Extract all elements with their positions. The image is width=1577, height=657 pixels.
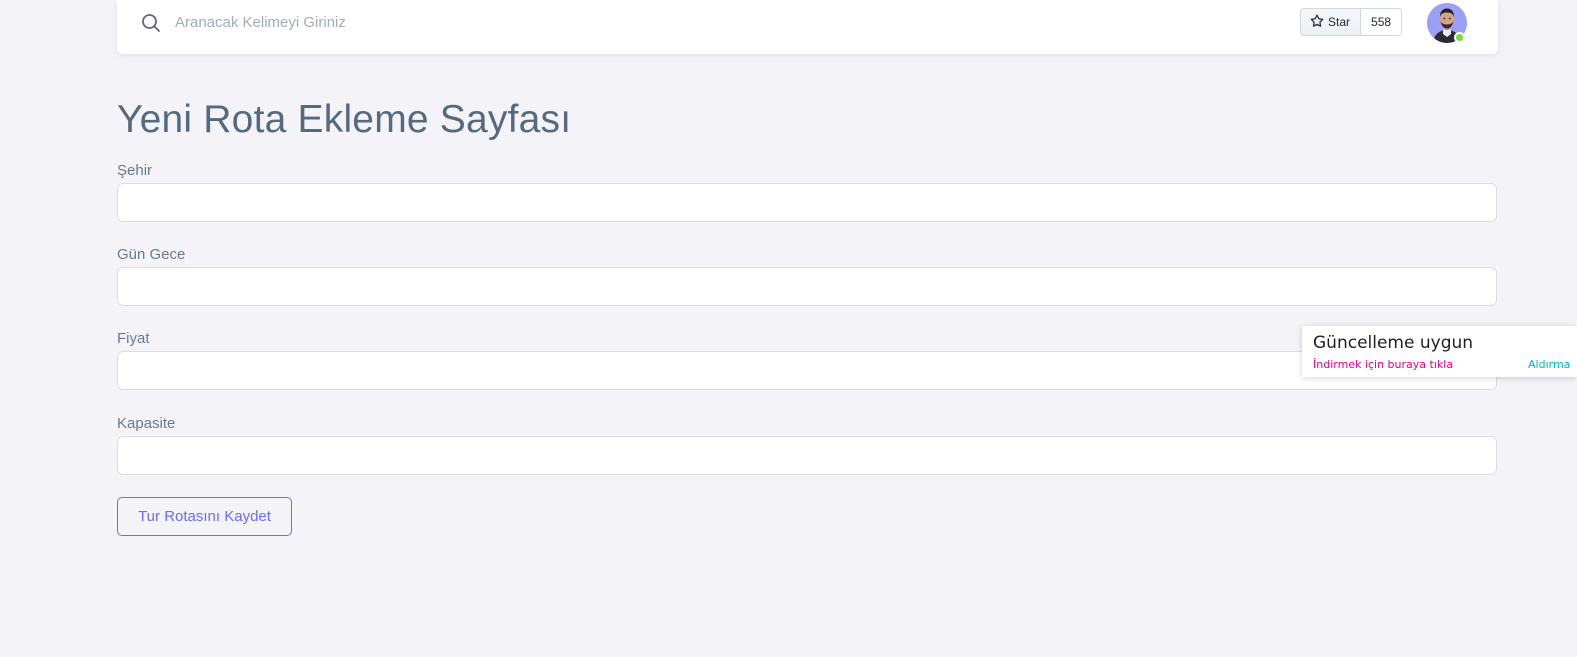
search-input[interactable] [169, 6, 372, 38]
github-star-button[interactable]: Star [1300, 8, 1362, 36]
update-notification[interactable]: Güncelleme uygun İndirmek için buraya tı… [1302, 326, 1577, 377]
price-label: Fiyat [117, 330, 150, 347]
capacity-input[interactable] [117, 436, 1497, 475]
search-icon[interactable] [141, 13, 161, 33]
day-night-label: Gün Gece [117, 246, 186, 263]
github-star-widget: Star 558 [1300, 8, 1403, 36]
notification-title: Güncelleme uygun [1313, 333, 1474, 353]
city-input[interactable] [117, 183, 1497, 222]
online-status-indicator [1454, 32, 1465, 43]
price-input[interactable] [117, 351, 1497, 390]
download-link[interactable]: İndirmek için buraya tıkla [1313, 358, 1453, 371]
page-title: Yeni Rota Ekleme Sayfası [117, 98, 572, 141]
city-label: Şehir [117, 162, 153, 179]
navbar: Star 558 [117, 0, 1498, 54]
capacity-label: Kapasite [117, 415, 176, 432]
star-icon [1310, 14, 1324, 31]
save-route-button[interactable]: Tur Rotasını Kaydet [117, 497, 292, 536]
github-star-count[interactable]: 558 [1361, 8, 1403, 36]
github-star-label: Star [1328, 15, 1351, 29]
dismiss-link[interactable]: Aldırma [1528, 358, 1570, 371]
day-night-input[interactable] [117, 267, 1497, 306]
